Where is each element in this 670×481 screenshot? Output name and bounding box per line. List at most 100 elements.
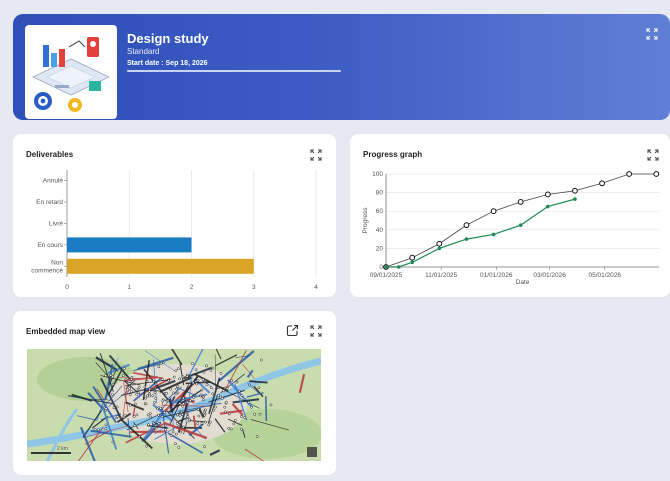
map-marker[interactable] <box>197 414 201 418</box>
map-marker[interactable] <box>148 394 151 398</box>
map-marker[interactable] <box>205 383 209 386</box>
map-marker[interactable] <box>172 375 176 379</box>
map-marker[interactable] <box>225 386 229 390</box>
map-marker[interactable] <box>174 442 177 445</box>
map-marker[interactable] <box>212 408 216 412</box>
map-marker[interactable] <box>169 387 172 391</box>
map-marker[interactable] <box>185 375 189 378</box>
map-marker[interactable] <box>259 358 263 362</box>
map-marker[interactable] <box>167 379 171 382</box>
map-marker[interactable] <box>232 422 236 426</box>
data-point[interactable] <box>490 208 497 215</box>
map-marker[interactable] <box>143 385 147 389</box>
map-marker[interactable] <box>144 396 148 400</box>
map-marker[interactable] <box>240 394 244 397</box>
map-marker[interactable] <box>133 424 137 428</box>
map-marker[interactable] <box>153 391 157 394</box>
map-marker[interactable] <box>201 378 205 381</box>
map-marker[interactable] <box>175 387 178 391</box>
map-marker[interactable] <box>144 402 148 406</box>
expand-arrows-icon[interactable] <box>310 325 322 337</box>
map-marker[interactable] <box>258 412 262 416</box>
map-marker[interactable] <box>175 421 179 425</box>
map-marker[interactable] <box>204 408 207 412</box>
map-marker[interactable] <box>189 399 192 402</box>
map-marker[interactable] <box>123 366 126 370</box>
map-marker[interactable] <box>147 423 150 427</box>
data-point[interactable] <box>396 265 401 269</box>
map-marker[interactable] <box>187 419 191 423</box>
map-marker[interactable] <box>240 415 243 418</box>
bar[interactable] <box>67 237 192 253</box>
map-marker[interactable] <box>121 374 125 378</box>
map-marker[interactable] <box>247 401 251 404</box>
map-marker[interactable] <box>149 415 153 419</box>
map-marker[interactable] <box>172 391 175 395</box>
map-marker[interactable] <box>164 428 167 432</box>
map-marker[interactable] <box>195 382 199 386</box>
map-marker[interactable] <box>160 415 164 418</box>
map-marker[interactable] <box>207 423 211 427</box>
map-marker[interactable] <box>191 381 195 385</box>
map-layers-button[interactable] <box>307 447 317 457</box>
map-marker[interactable] <box>203 445 206 448</box>
map-marker[interactable] <box>230 379 234 382</box>
map-canvas[interactable]: 2 km <box>27 349 321 461</box>
map-marker[interactable] <box>111 440 115 444</box>
data-point[interactable] <box>517 199 524 205</box>
map-marker[interactable] <box>211 392 215 396</box>
map-marker[interactable] <box>161 399 165 403</box>
map-marker[interactable] <box>177 446 181 449</box>
map-marker[interactable] <box>192 395 196 399</box>
map-marker[interactable] <box>214 405 217 409</box>
data-point[interactable] <box>437 246 442 251</box>
map-marker[interactable] <box>181 396 185 400</box>
map-marker[interactable] <box>157 413 160 417</box>
map-marker[interactable] <box>248 383 251 387</box>
data-point[interactable] <box>573 197 577 201</box>
map-marker[interactable] <box>111 382 115 386</box>
map-marker[interactable] <box>152 422 156 426</box>
map-marker[interactable] <box>128 387 131 391</box>
map-marker[interactable] <box>128 403 132 407</box>
map-marker[interactable] <box>182 402 185 406</box>
map-marker[interactable] <box>202 370 206 374</box>
map-marker[interactable] <box>111 375 115 379</box>
map-marker[interactable] <box>148 392 152 396</box>
map-marker[interactable] <box>116 415 119 418</box>
map-marker[interactable] <box>136 391 140 395</box>
map-marker[interactable] <box>93 428 97 432</box>
map-marker[interactable] <box>146 413 150 417</box>
data-point[interactable] <box>464 237 469 241</box>
map-marker[interactable] <box>123 414 127 417</box>
map-marker[interactable] <box>217 393 220 397</box>
map-marker[interactable] <box>157 365 161 369</box>
map-marker[interactable] <box>176 385 180 388</box>
map-marker[interactable] <box>181 412 184 416</box>
map-marker[interactable] <box>196 379 200 382</box>
map-marker[interactable] <box>148 412 152 415</box>
data-point[interactable] <box>491 232 496 237</box>
map-marker[interactable] <box>169 434 173 437</box>
data-point[interactable] <box>436 240 443 247</box>
map-marker[interactable] <box>148 387 152 391</box>
map-marker[interactable] <box>104 407 108 410</box>
data-point[interactable] <box>572 187 578 194</box>
map-marker[interactable] <box>135 413 139 417</box>
map-marker[interactable] <box>233 418 237 422</box>
map-marker[interactable] <box>130 378 133 381</box>
map-marker[interactable] <box>178 414 182 417</box>
map-marker[interactable] <box>181 375 185 379</box>
map-marker[interactable] <box>151 394 155 398</box>
map-marker[interactable] <box>202 395 206 399</box>
map-marker[interactable] <box>177 367 180 371</box>
map-marker[interactable] <box>199 393 203 397</box>
data-point[interactable] <box>626 171 633 177</box>
map-marker[interactable] <box>159 406 162 410</box>
map-marker[interactable] <box>211 366 215 370</box>
map-marker[interactable] <box>209 369 213 372</box>
data-point[interactable] <box>410 260 415 265</box>
map-marker[interactable] <box>253 412 257 416</box>
map-marker[interactable] <box>196 422 199 425</box>
map-marker[interactable] <box>237 389 241 393</box>
